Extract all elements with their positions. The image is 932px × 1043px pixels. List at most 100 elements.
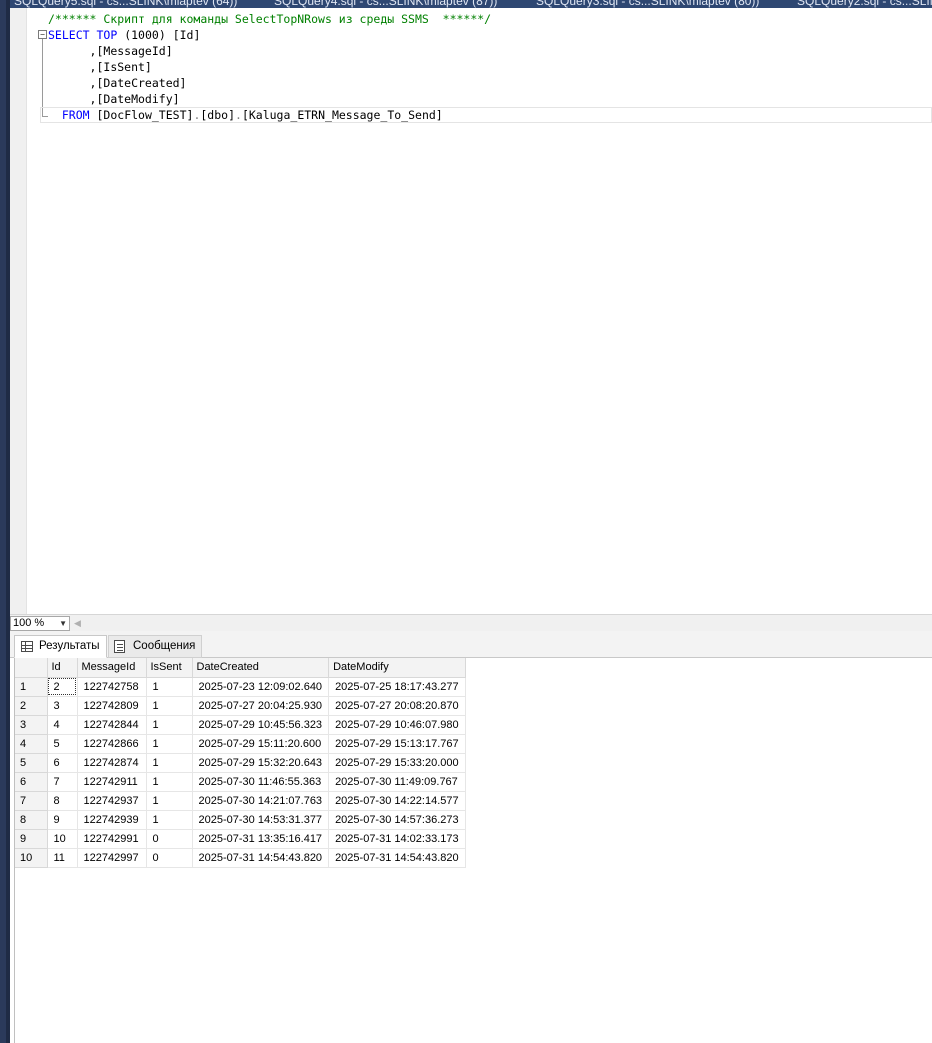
tab-sqlquery4[interactable]: SQLQuery4.sql - cs...SLINK\mlaptev (87)) [274,0,497,8]
row-number[interactable]: 10 [15,848,48,868]
table-row[interactable]: 6 7 122742911 1 2025-07-30 11:46:55.363 2025-… [15,772,466,792]
cell-issent[interactable]: 1 [146,791,193,811]
cell-messageid[interactable]: 122742937 [77,791,147,811]
table-row[interactable]: 5 6 122742874 1 2025-07-29 15:32:20.643 2025-… [15,753,466,773]
row-number[interactable]: 1 [15,677,48,697]
row-number[interactable]: 9 [15,829,48,849]
row-number[interactable]: 6 [15,772,48,792]
cell-datecreated[interactable]: 2025-07-30 11:46:55.363 [192,772,330,792]
table-row[interactable]: 8 9 122742939 1 2025-07-30 14:53:31.377 2025-… [15,810,466,830]
table-row[interactable]: 10 11 122742997 0 2025-07-31 14:54:43.820 202… [15,848,466,868]
grid-corner[interactable] [15,658,48,678]
chevron-down-icon[interactable]: ▼ [59,617,67,630]
cell-id[interactable]: 8 [47,791,78,811]
column-header-id[interactable]: Id [47,658,78,678]
cell-datemodify[interactable]: 2025-07-30 11:49:09.767 [328,772,466,792]
outline-line [42,39,43,117]
table-name: [Kaluga_ETRN_Message_To_Send] [241,108,443,122]
cell-issent[interactable]: 1 [146,810,193,830]
cell-messageid[interactable]: 122742874 [77,753,147,773]
cell-datecreated[interactable]: 2025-07-29 15:11:20.600 [192,734,330,754]
cell-issent[interactable]: 0 [146,848,193,868]
cell-id[interactable]: 2 [47,677,78,697]
cell-messageid[interactable]: 122742758 [77,677,147,697]
cell-id[interactable]: 11 [47,848,78,868]
cell-messageid[interactable]: 122742939 [77,810,147,830]
cell-messageid[interactable]: 122742809 [77,696,147,716]
cell-id[interactable]: 3 [47,696,78,716]
sql-editor[interactable]: − /****** Скрипт для команды SelectTopNR… [10,8,932,614]
collapse-toggle-icon[interactable]: − [38,30,47,39]
cell-id[interactable]: 9 [47,810,78,830]
cell-datecreated[interactable]: 2025-07-30 14:21:07.763 [192,791,330,811]
scroll-left-arrow-icon[interactable]: ◀ [74,616,81,631]
cell-messageid[interactable]: 122742844 [77,715,147,735]
table-row[interactable]: 7 8 122742937 1 2025-07-30 14:21:07.763 2025-… [15,791,466,811]
cell-datecreated[interactable]: 2025-07-31 14:54:43.820 [192,848,330,868]
cell-datemodify[interactable]: 2025-07-31 14:02:33.173 [328,829,466,849]
code-line-column: ,[DateCreated] [48,75,491,91]
cell-datecreated[interactable]: 2025-07-30 14:53:31.377 [192,810,330,830]
cell-messageid[interactable]: 122742911 [77,772,147,792]
tab-sqlquery5[interactable]: SQLQuery5.sql - cs...SLINK\mlaptev (64)) [14,0,237,8]
cell-issent[interactable]: 1 [146,734,193,754]
tab-messages-label: Сообщения [133,640,196,652]
results-grid[interactable]: Id MessageId IsSent DateCreated DateModi… [15,658,466,868]
cell-datecreated[interactable]: 2025-07-23 12:09:02.640 [192,677,330,697]
row-number[interactable]: 5 [15,753,48,773]
cell-issent[interactable]: 1 [146,696,193,716]
cell-issent[interactable]: 1 [146,677,193,697]
cell-id[interactable]: 6 [47,753,78,773]
code-line-from: FROM [DocFlow_TEST].[dbo].[Kaluga_ETRN_M… [48,107,491,123]
cell-datemodify[interactable]: 2025-07-30 14:57:36.273 [328,810,466,830]
cell-messageid[interactable]: 122742991 [77,829,147,849]
column-header-datemodify[interactable]: DateModify [328,658,466,678]
selection-margin [10,8,27,614]
row-number[interactable]: 8 [15,810,48,830]
cell-id[interactable]: 4 [47,715,78,735]
cell-datemodify[interactable]: 2025-07-29 15:13:17.767 [328,734,466,754]
cell-issent[interactable]: 0 [146,829,193,849]
column-header-datecreated[interactable]: DateCreated [192,658,330,678]
tab-sqlquery3[interactable]: SQLQuery3.sql - cs...SLINK\mlaptev (80)) [536,0,759,8]
row-number[interactable]: 2 [15,696,48,716]
table-row[interactable]: 2 3 122742809 1 2025-07-27 20:04:25.930 2025-… [15,696,466,716]
cell-datemodify[interactable]: 2025-07-25 18:17:43.277 [328,677,466,697]
cell-datemodify[interactable]: 2025-07-27 20:08:20.870 [328,696,466,716]
tab-sqlquery2[interactable]: SQLQuery2.sql - cs...SLINK [797,0,932,8]
column-datemodify: ,[DateModify] [89,92,180,106]
results-grid-area[interactable]: Id MessageId IsSent DateCreated DateModi… [14,658,932,1043]
cell-issent[interactable]: 1 [146,772,193,792]
dot-separator: . [235,108,242,122]
cell-id[interactable]: 5 [47,734,78,754]
column-header-issent[interactable]: IsSent [146,658,193,678]
cell-messageid[interactable]: 122742997 [77,848,147,868]
cell-datemodify[interactable]: 2025-07-29 10:46:07.980 [328,715,466,735]
table-row[interactable]: 3 4 122742844 1 2025-07-29 10:45:56.323 2025-… [15,715,466,735]
cell-datecreated[interactable]: 2025-07-29 10:45:56.323 [192,715,330,735]
zoom-value: 100 % [13,617,45,629]
cell-issent[interactable]: 1 [146,753,193,773]
code-text[interactable]: /****** Скрипт для команды SelectTopNRow… [48,11,491,123]
cell-messageid[interactable]: 122742866 [77,734,147,754]
cell-issent[interactable]: 1 [146,715,193,735]
cell-datemodify[interactable]: 2025-07-29 15:33:20.000 [328,753,466,773]
zoom-dropdown[interactable]: 100 % ▼ [10,616,70,631]
tab-results[interactable]: Результаты [14,635,107,658]
table-row[interactable]: 4 5 122742866 1 2025-07-29 15:11:20.600 2025-… [15,734,466,754]
cell-datecreated[interactable]: 2025-07-29 15:32:20.643 [192,753,330,773]
cell-datecreated[interactable]: 2025-07-31 13:35:16.417 [192,829,330,849]
cell-datemodify[interactable]: 2025-07-31 14:54:43.820 [328,848,466,868]
cell-id[interactable]: 7 [47,772,78,792]
row-number[interactable]: 4 [15,734,48,754]
table-row[interactable]: 1 2 122742758 1 2025-07-23 12:09:02.640 2025-… [15,677,466,697]
column-header-messageid[interactable]: MessageId [77,658,147,678]
row-number[interactable]: 3 [15,715,48,735]
tab-messages[interactable]: Сообщения [108,635,203,658]
row-number[interactable]: 7 [15,791,48,811]
cell-datemodify[interactable]: 2025-07-30 14:22:14.577 [328,791,466,811]
cell-datecreated[interactable]: 2025-07-27 20:04:25.930 [192,696,330,716]
code-line-column: ,[MessageId] [48,43,491,59]
table-row[interactable]: 9 10 122742991 0 2025-07-31 13:35:16.417 2025… [15,829,466,849]
cell-id[interactable]: 10 [47,829,78,849]
